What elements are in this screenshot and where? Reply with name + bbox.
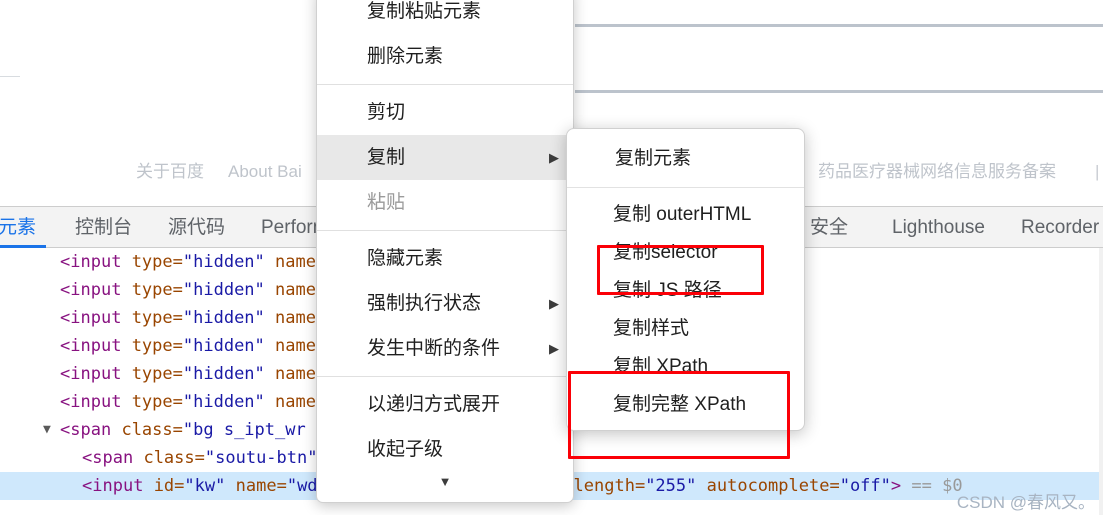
context-menu[interactable]: 复制粘贴元素 删除元素 剪切 复制 ▶ 粘贴 隐藏元素 强制执行状态 ▶ 发生中… [316, 0, 574, 503]
submenu-item-copy-xpath[interactable]: 复制 XPath [567, 348, 804, 386]
submenu-item-copy-full-xpath[interactable]: 复制完整 XPath [567, 386, 804, 424]
submenu-item-copy-selector[interactable]: 复制selector [567, 234, 804, 272]
footer-link-about-baidu-cn[interactable]: 关于百度 [136, 155, 204, 189]
page-divider-left [0, 76, 20, 77]
tab-security[interactable]: 安全 [808, 207, 850, 248]
submenu-item-copy-js-path[interactable]: 复制 JS 路径 [567, 272, 804, 310]
tab-recorder[interactable]: Recorder [1019, 207, 1101, 248]
menu-item-delete-element[interactable]: 删除元素 [317, 34, 573, 79]
menu-item-copy-label: 复制 [367, 147, 406, 168]
menu-item-paste: 粘贴 [367, 192, 406, 213]
footer-link-about-baidu-en[interactable]: About Bai [228, 155, 302, 189]
menu-item-cut[interactable]: 剪切 [317, 90, 573, 135]
footer-separator: | [1095, 162, 1100, 181]
page-divider-bottom [575, 90, 1103, 93]
page-divider-top [575, 24, 1103, 27]
chevron-right-icon: ▶ [549, 150, 559, 165]
screenshot-root: 关于百度 About Bai 药品医疗器械网络信息服务备案 | 元素 控制台 源… [0, 0, 1103, 515]
submenu-item-copy-element[interactable]: 复制元素 [567, 137, 804, 181]
menu-item-break-on[interactable]: 发生中断的条件 ▶ [317, 326, 573, 371]
csdn-watermark: CSDN @春风又。 [956, 493, 1095, 512]
menu-separator [317, 84, 573, 85]
footer-link-drug-device-filing[interactable]: 药品医疗器械网络信息服务备案 [818, 155, 1056, 189]
submenu-item-copy-styles[interactable]: 复制样式 [567, 310, 804, 348]
dom-tree-scrollbar[interactable] [1099, 248, 1103, 515]
menu-item-copy-paste-element[interactable]: 复制粘贴元素 [317, 0, 573, 34]
submenu-item-copy-outerhtml[interactable]: 复制 outerHTML [567, 196, 804, 234]
tab-lighthouse[interactable]: Lighthouse [890, 207, 987, 248]
submenu-separator [567, 187, 804, 188]
expand-triangle-icon[interactable]: ▼ [43, 416, 51, 444]
menu-item-break-on-label: 发生中断的条件 [367, 338, 501, 359]
copy-submenu[interactable]: 复制元素 复制 outerHTML 复制selector 复制 JS 路径 复制… [566, 128, 805, 431]
menu-item-force-state-label: 强制执行状态 [367, 293, 482, 314]
menu-scroll-down-icon[interactable]: ▼ [317, 472, 573, 498]
menu-item-copy[interactable]: 复制 ▶ [317, 135, 573, 180]
tab-console[interactable]: 控制台 [73, 207, 134, 248]
menu-separator [317, 376, 573, 377]
menu-item-collapse-children[interactable]: 收起子级 [317, 427, 573, 472]
menu-item-force-state[interactable]: 强制执行状态 ▶ [317, 281, 573, 326]
tab-elements[interactable]: 元素 [0, 207, 47, 248]
menu-item-hide-element[interactable]: 隐藏元素 [317, 236, 573, 281]
menu-item-expand-recursively[interactable]: 以递归方式展开 [317, 382, 573, 427]
chevron-right-icon: ▶ [549, 341, 559, 356]
tab-sources[interactable]: 源代码 [166, 207, 227, 248]
menu-separator [317, 230, 573, 231]
chevron-right-icon: ▶ [549, 296, 559, 311]
